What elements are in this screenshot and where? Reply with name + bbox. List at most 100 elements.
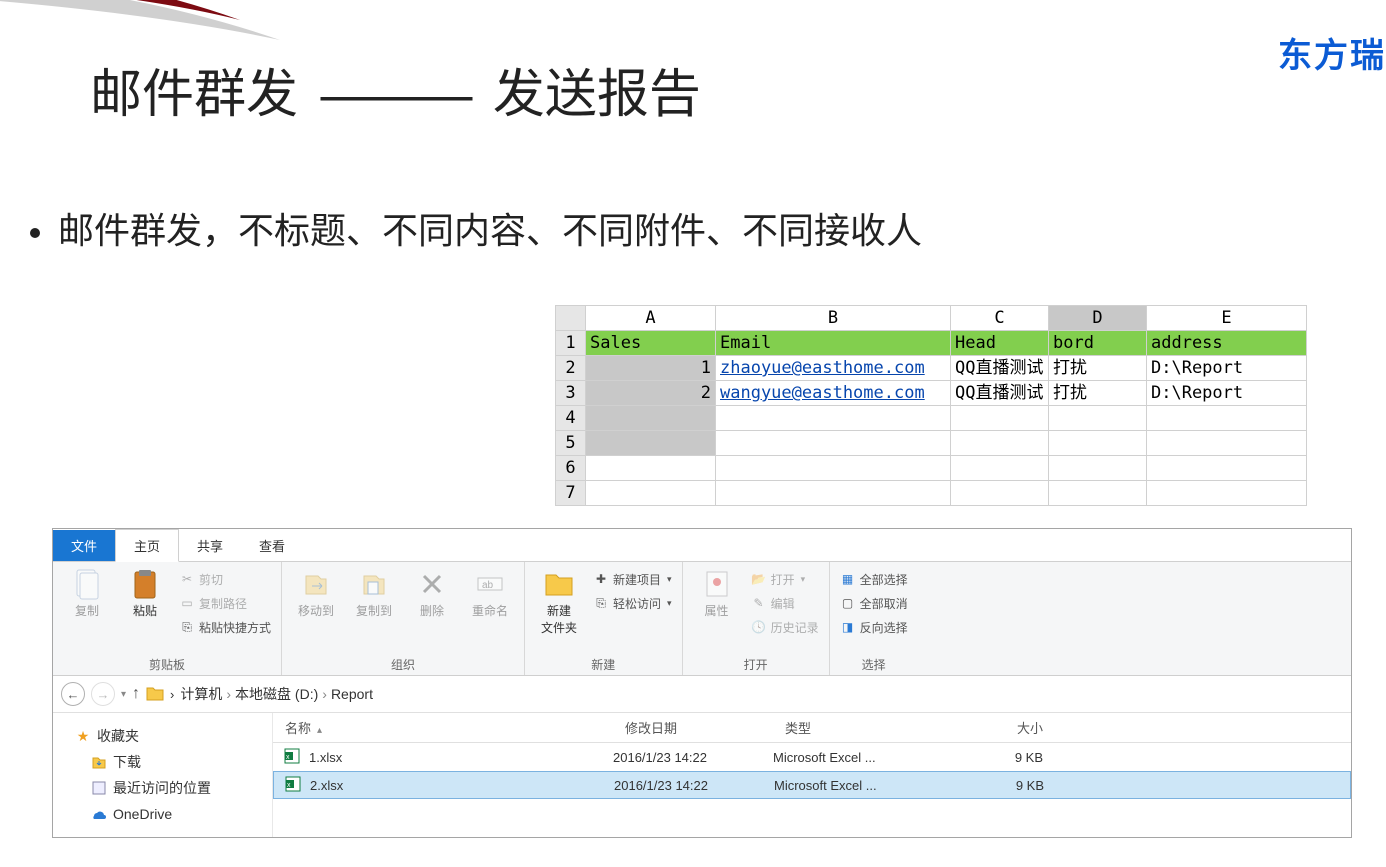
col-A[interactable]: A [586,306,716,331]
cell-E3[interactable]: D:\Report [1147,381,1307,406]
new-item-button[interactable]: ✚新建项目▾ [593,568,672,590]
hdr-head[interactable]: Head [951,331,1049,356]
sidebar-recent[interactable]: 最近访问的位置 [75,775,272,801]
new-folder-button[interactable]: 新建 文件夹 [535,568,583,636]
crumb-computer[interactable]: 计算机 [180,684,222,704]
delete-button[interactable]: 删除 [408,568,456,619]
cell-A3[interactable]: 2 [586,381,716,406]
col-date[interactable]: 修改日期 [613,718,773,737]
easy-access-button[interactable]: ⎘轻松访问▾ [593,592,672,614]
paste-shortcut-button[interactable]: ⎘粘贴快捷方式 [179,616,271,638]
copy-icon [71,568,103,600]
cell-B2[interactable]: zhaoyue@easthome.com [716,356,951,381]
shortcut-icon: ⎘ [179,619,195,635]
row-1[interactable]: 1 [556,331,586,356]
address-bar: ← → ▾ ↑ › 计算机› 本地磁盘 (D:)› Report [53,676,1351,713]
email-link-1[interactable]: zhaoyue@easthome.com [720,358,925,378]
crumb-drive[interactable]: 本地磁盘 (D:) [235,684,318,704]
file-1-size: 9 KB [943,750,1063,765]
select-all-button[interactable]: ▦全部选择 [840,568,908,590]
recent-dropdown-icon[interactable]: ▾ [121,689,126,700]
cell-A2[interactable]: 1 [586,356,716,381]
cut-button[interactable]: ✂剪切 [179,568,271,590]
group-new-label: 新建 [591,654,615,673]
col-B[interactable]: B [716,306,951,331]
svg-text:ab: ab [482,580,494,591]
tab-view[interactable]: 查看 [241,530,303,561]
copy-button[interactable]: 复制 [63,568,111,619]
select-none-button[interactable]: ▢全部取消 [840,592,908,614]
up-button[interactable]: ↑ [132,685,140,703]
rename-button[interactable]: ab重命名 [466,568,514,619]
title-dash: ——— [320,66,470,124]
col-name[interactable]: 名称▴ [273,718,613,737]
copy-path-button[interactable]: ▭复制路径 [179,592,271,614]
col-size[interactable]: 大小 [943,718,1063,737]
group-clipboard-label: 剪贴板 [149,654,185,673]
group-new: 新建 文件夹 ✚新建项目▾ ⎘轻松访问▾ 新建 [525,562,683,675]
tab-file[interactable]: 文件 [53,530,115,561]
select-none-icon: ▢ [840,595,856,611]
group-organize-label: 组织 [391,654,415,673]
tab-home[interactable]: 主页 [115,529,179,562]
row-5[interactable]: 5 [556,431,586,456]
history-label: 历史记录 [771,619,819,636]
excel-grid[interactable]: A B C D E 1 Sales Email Head bord addres… [555,305,1307,506]
col-C[interactable]: C [951,306,1049,331]
hdr-sales[interactable]: Sales [586,331,716,356]
move-to-button[interactable]: 移动到 [292,568,340,619]
sidebar-favorites[interactable]: ★收藏夹 [75,723,272,749]
row-2[interactable]: 2 [556,356,586,381]
path-icon: ▭ [179,595,195,611]
downloads-label: 下载 [113,752,141,772]
tab-share[interactable]: 共享 [179,530,241,561]
hdr-email[interactable]: Email [716,331,951,356]
forward-button[interactable]: → [91,682,115,706]
file-2-type: Microsoft Excel ... [774,778,944,793]
cell-D3[interactable]: 打扰 [1049,381,1147,406]
paste-button[interactable]: 粘贴 [121,568,169,619]
sidebar-downloads[interactable]: 下载 [75,749,272,775]
group-open-label: 打开 [744,654,768,673]
breadcrumb[interactable]: 计算机› 本地磁盘 (D:)› Report [180,684,373,704]
cell-D2[interactable]: 打扰 [1049,356,1147,381]
edit-button[interactable]: ✎编辑 [751,592,819,614]
cell-B3[interactable]: wangyue@easthome.com [716,381,951,406]
file-row-2[interactable]: x2.xlsx 2016/1/23 14:22 Microsoft Excel … [273,771,1351,799]
cell-C2[interactable]: QQ直播测试 [951,356,1049,381]
col-D[interactable]: D [1049,306,1147,331]
history-button[interactable]: 🕓历史记录 [751,616,819,638]
copyto-label: 复制到 [356,602,392,619]
col-type[interactable]: 类型 [773,718,943,737]
onedrive-icon [91,806,107,822]
new-item-icon: ✚ [593,571,609,587]
properties-icon [701,568,733,600]
group-open: 属性 📂打开▾ ✎编辑 🕓历史记录 打开 [683,562,830,675]
row-7[interactable]: 7 [556,481,586,506]
back-button[interactable]: ← [61,682,85,706]
col-E[interactable]: E [1147,306,1307,331]
email-link-2[interactable]: wangyue@easthome.com [720,383,925,403]
copy-to-button[interactable]: 复制到 [350,568,398,619]
title-right: 发送报告 [493,66,701,124]
history-icon: 🕓 [751,619,767,635]
cut-label: 剪切 [199,571,223,588]
hdr-bord[interactable]: bord [1049,331,1147,356]
open-button[interactable]: 📂打开▾ [751,568,819,590]
row-3[interactable]: 3 [556,381,586,406]
invert-selection-button[interactable]: ◨反向选择 [840,616,908,638]
file-2-date: 2016/1/23 14:22 [614,778,774,793]
sidebar-onedrive[interactable]: OneDrive [75,801,272,827]
cell-E2[interactable]: D:\Report [1147,356,1307,381]
row-6[interactable]: 6 [556,456,586,481]
file-row-1[interactable]: x1.xlsx 2016/1/23 14:22 Microsoft Excel … [273,743,1351,771]
hdr-address[interactable]: address [1147,331,1307,356]
excel-corner[interactable] [556,306,586,331]
select-none-label: 全部取消 [860,595,908,612]
row-4[interactable]: 4 [556,406,586,431]
paste-icon [129,568,161,600]
svg-text:x: x [286,754,290,761]
crumb-report[interactable]: Report [331,686,373,702]
properties-button[interactable]: 属性 [693,568,741,619]
cell-C3[interactable]: QQ直播测试 [951,381,1049,406]
